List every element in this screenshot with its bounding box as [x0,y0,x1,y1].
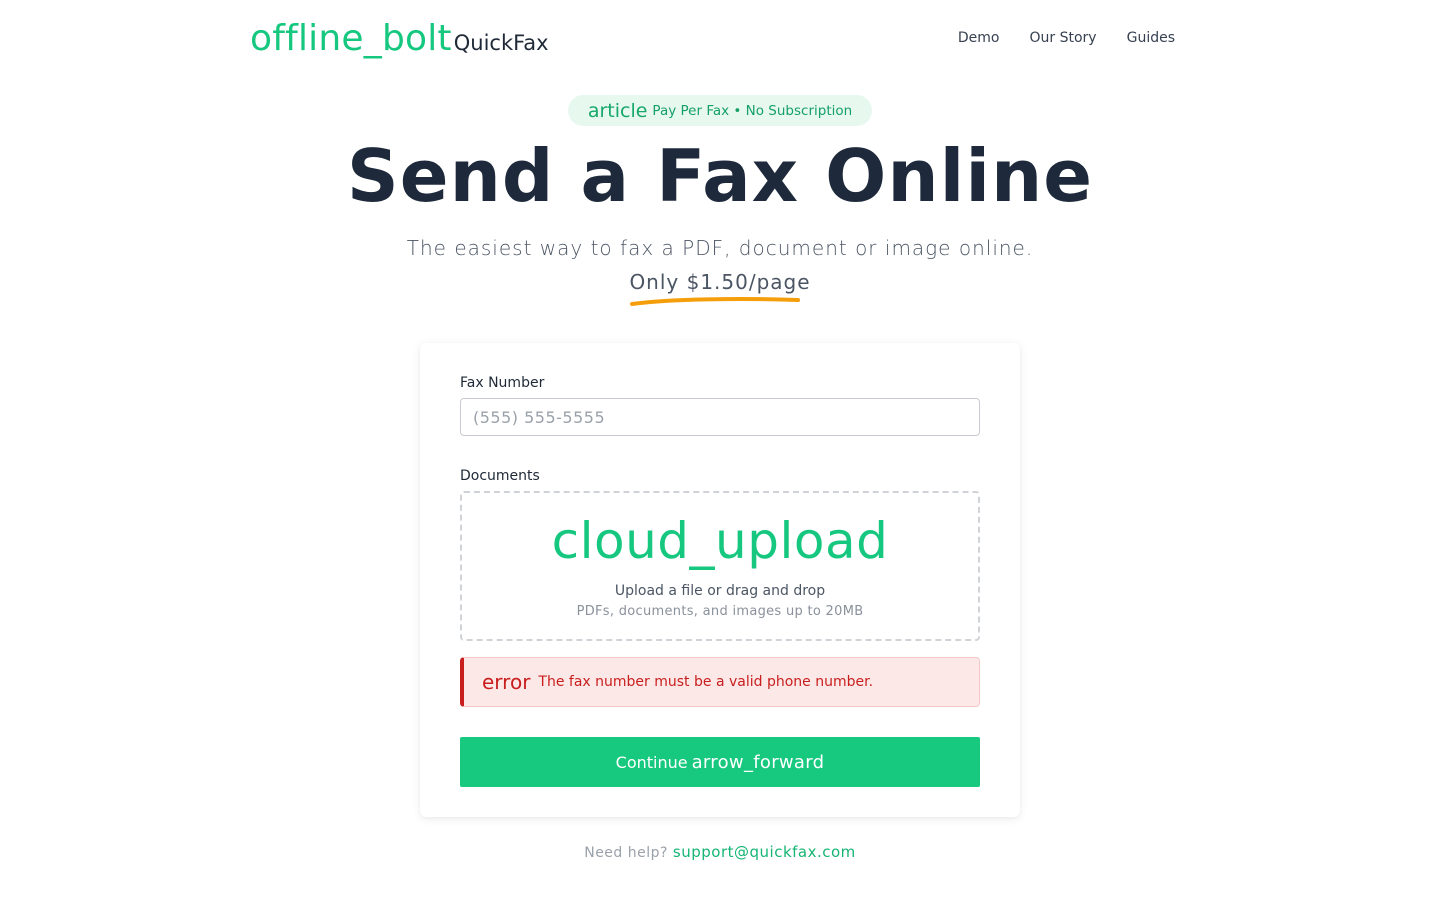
error-message: The fax number must be a valid phone num… [538,674,874,690]
site-header: offline_bolt QuickFax Demo Our Story Gui… [250,14,1190,62]
article-icon: article [587,99,648,122]
brand-logo-link[interactable]: offline_bolt QuickFax [250,18,549,59]
price-wrap: Only $1.50/page [629,270,811,306]
main-nav: Demo Our Story Guides [958,30,1175,46]
error-alert: error The fax number must be a valid pho… [460,657,980,707]
price-line: Only $1.50/page [0,270,1440,306]
help-line: Need help? support@quickfax.com [0,843,1440,861]
nav-link-guides[interactable]: Guides [1127,30,1175,46]
documents-label: Documents [460,468,540,484]
bolt-icon: offline_bolt [250,17,452,59]
arrow-forward-icon: arrow_forward [691,751,825,773]
pricing-badge: article Pay Per Fax • No Subscription [568,95,872,126]
upload-instructions: Upload a file or drag and drop [614,583,826,599]
brand-name: QuickFax [453,30,549,55]
fax-number-label: Fax Number [460,375,545,391]
upload-file-types: PDFs, documents, and images up to 20MB [576,604,864,619]
badge-text: Pay Per Fax • No Subscription [652,102,853,119]
nav-link-demo[interactable]: Demo [958,30,1000,46]
price-underline [630,297,801,306]
help-text: Need help? [584,845,668,861]
continue-button[interactable]: Continue arrow_forward [460,737,980,787]
hero-subtitle: The easiest way to fax a PDF, document o… [406,236,1034,260]
page-title: Send a Fax Online [346,134,1094,218]
nav-link-our-story[interactable]: Our Story [1030,30,1097,46]
fax-form-card: Fax Number Documents cloud_upload Upload… [420,343,1020,817]
support-email-link[interactable]: support@quickfax.com [673,843,856,861]
error-icon: error [482,670,531,694]
cloud-upload-icon: cloud_upload [551,512,889,570]
fax-number-input[interactable] [460,398,980,436]
price-text: Only $1.50/page [629,270,811,294]
continue-label: Continue [615,752,688,772]
file-dropzone[interactable]: cloud_upload Upload a file or drag and d… [460,491,980,641]
